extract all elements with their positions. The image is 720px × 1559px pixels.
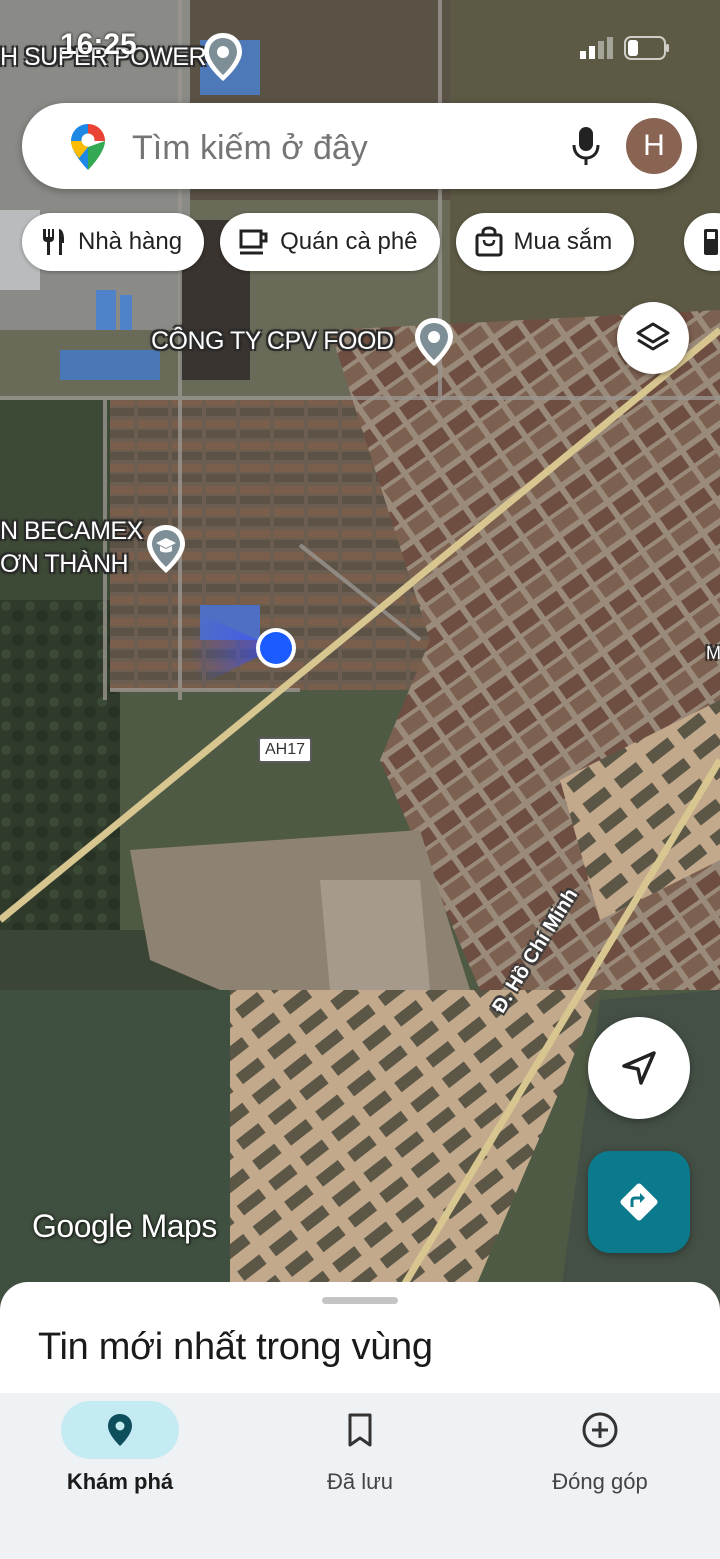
chip-shopping[interactable]: Mua sắm	[455, 213, 635, 271]
add-circle-icon	[582, 1412, 618, 1448]
poi-label-cpv-food[interactable]: CÔNG TY CPV FOOD	[151, 328, 394, 354]
chip-label: Nhà hàng	[78, 228, 183, 255]
google-maps-logo-icon	[71, 124, 105, 170]
location-pin-icon[interactable]	[412, 316, 456, 368]
chip-restaurants[interactable]: Nhà hàng	[22, 213, 205, 271]
bottom-navigation: Khám phá Đã lưu Đóng góp	[0, 1393, 720, 1559]
nav-label: Đóng góp	[552, 1469, 648, 1494]
search-input[interactable]	[132, 128, 552, 168]
school-pin-icon[interactable]	[144, 523, 188, 575]
battery-icon	[624, 36, 669, 60]
sheet-drag-handle[interactable]	[322, 1297, 398, 1304]
bottom-sheet[interactable]: Tin mới nhất trong vùng	[0, 1282, 720, 1402]
nav-contribute[interactable]: Đóng góp	[480, 1393, 720, 1559]
poi-label-becamex-line2[interactable]: ƠN THÀNH	[0, 551, 129, 577]
chip-label: Mua sắm	[513, 228, 613, 255]
map-layers-button[interactable]	[617, 302, 689, 374]
status-time: 16:25	[60, 28, 137, 61]
location-pin-icon[interactable]	[201, 31, 245, 83]
my-location-button[interactable]	[588, 1017, 690, 1119]
edge-poi-label[interactable]: M	[706, 640, 720, 666]
status-icons	[580, 36, 670, 60]
chip-label: Quán cà phê	[280, 228, 418, 255]
navigation-arrow-icon	[622, 1051, 656, 1085]
layers-icon	[636, 322, 670, 351]
google-maps-watermark: Google Maps	[32, 1208, 217, 1244]
signal-icon	[580, 37, 613, 59]
gas-station-icon	[704, 229, 718, 255]
directions-button[interactable]	[588, 1151, 690, 1253]
nav-explore[interactable]: Khám phá	[0, 1393, 240, 1559]
search-bar[interactable]: H	[22, 103, 697, 189]
nav-label: Đã lưu	[326, 1469, 394, 1494]
shopping-bag-icon	[475, 226, 503, 257]
microphone-icon[interactable]	[570, 125, 602, 169]
restaurant-icon	[43, 229, 64, 255]
current-location-dot	[256, 628, 296, 668]
nav-saved[interactable]: Đã lưu	[240, 1393, 480, 1559]
category-chips: Nhà hàng Quán cà phê Mua sắm	[22, 213, 635, 271]
coffee-icon	[239, 229, 268, 255]
bookmark-icon	[348, 1413, 372, 1447]
poi-label-becamex-line1[interactable]: N BECAMEX	[0, 518, 143, 544]
avatar[interactable]: H	[626, 118, 682, 174]
road-shield-ah17: AH17	[258, 737, 313, 763]
explore-pin-icon	[108, 1414, 132, 1446]
sheet-title: Tin mới nhất trong vùng	[38, 1326, 433, 1368]
chip-coffee[interactable]: Quán cà phê	[220, 213, 440, 271]
directions-icon	[620, 1183, 658, 1221]
nav-label: Khám phá	[66, 1469, 174, 1494]
